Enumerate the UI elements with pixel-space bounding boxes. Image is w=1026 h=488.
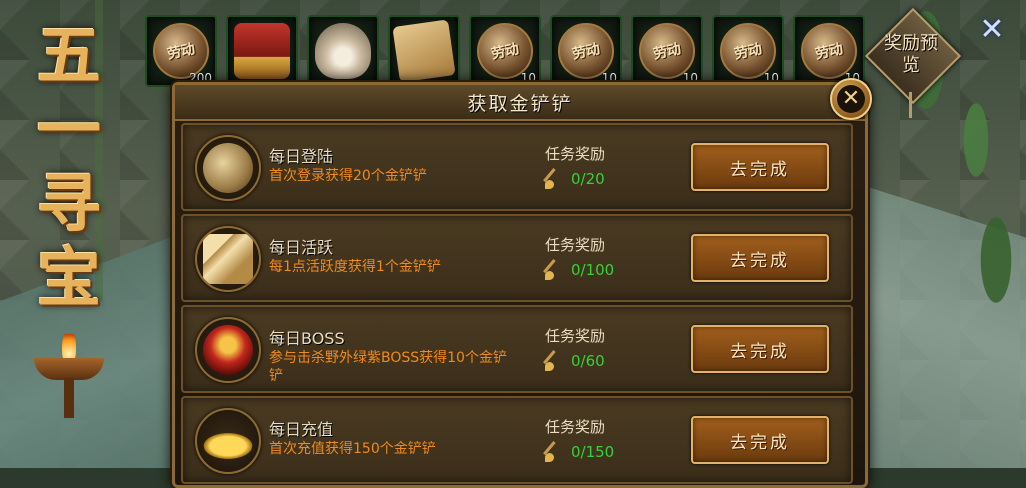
panel-header: 获取金铲铲 bbox=[175, 85, 865, 121]
go-complete-button[interactable]: 去完成 bbox=[691, 143, 829, 191]
task-description: 每1点活跃度获得1个金铲铲 bbox=[269, 259, 441, 275]
coin-glyph: 劳动 bbox=[732, 41, 764, 63]
reward-slot[interactable]: 劳动 10 bbox=[712, 15, 784, 87]
reward-slot[interactable]: 劳动 10 bbox=[550, 15, 622, 87]
task-description: 首次充值获得150个金铲铲 bbox=[269, 441, 436, 457]
reward-slot[interactable] bbox=[226, 15, 298, 87]
reward-slot[interactable]: 劳动 200 bbox=[145, 15, 217, 87]
coin-glyph: 劳动 bbox=[813, 41, 845, 63]
task-progress: 0/60 bbox=[545, 351, 605, 371]
gold-shovel-icon bbox=[545, 169, 565, 189]
task-name: 每日BOSS bbox=[269, 329, 345, 348]
event-title-char: 宝 bbox=[37, 241, 101, 316]
reward-slot[interactable]: 劳动 10 bbox=[469, 15, 541, 87]
task-row: 每日BOSS 参与击杀野外绿紫BOSS获得10个金铲铲 任务奖励 0/60 去完… bbox=[181, 305, 853, 393]
torch-bowl bbox=[34, 358, 104, 380]
event-title-char: 寻 bbox=[37, 167, 101, 242]
task-name: 每日登陆 bbox=[269, 147, 334, 166]
reward-slot[interactable]: 劳动 10 bbox=[631, 15, 703, 87]
reward-preview-label[interactable]: 奖励预览 bbox=[882, 33, 940, 77]
dragon-mask-icon bbox=[195, 317, 261, 383]
torch-stem bbox=[64, 378, 74, 418]
coin-glyph: 劳动 bbox=[570, 41, 602, 63]
close-icon: ✕ bbox=[837, 85, 865, 113]
reward-slot[interactable]: 劳动 10 bbox=[793, 15, 865, 87]
gold-shovel-icon bbox=[545, 260, 565, 280]
task-description: 首次登录获得20个金铲铲 bbox=[269, 168, 427, 184]
task-row: 每日活跃 每1点活跃度获得1个金铲铲 任务奖励 0/100 去完成 bbox=[181, 214, 853, 302]
gold-shovel-icon bbox=[545, 351, 565, 371]
go-complete-button[interactable]: 去完成 bbox=[691, 234, 829, 282]
gold-ingot-icon bbox=[195, 408, 261, 474]
task-reward-label: 任务奖励 bbox=[545, 327, 606, 345]
money-bag-icon bbox=[195, 135, 261, 201]
reward-bar: 劳动 200 劳动 10 劳动 10 劳动 10 劳动 10 劳动 10 bbox=[145, 15, 865, 87]
go-complete-button[interactable]: 去完成 bbox=[691, 325, 829, 373]
task-list: 每日登陆 首次登录获得20个金铲铲 任务奖励 0/20 去完成 每日活跃 每1点… bbox=[181, 123, 853, 487]
task-description: 参与击杀野外绿紫BOSS获得10个金铲铲 bbox=[269, 350, 507, 384]
panel-title: 获取金铲铲 bbox=[467, 92, 573, 115]
close-icon[interactable]: ✕ bbox=[975, 12, 1009, 47]
coin-glyph: 劳动 bbox=[651, 41, 683, 63]
coin-glyph: 劳动 bbox=[165, 41, 197, 63]
progress-text: 0/20 bbox=[571, 170, 605, 188]
coin-glyph: 劳动 bbox=[489, 41, 521, 63]
reward-slot[interactable] bbox=[307, 15, 379, 87]
money-bag-art bbox=[203, 143, 253, 193]
task-row: 每日登陆 首次登录获得20个金铲铲 任务奖励 0/20 去完成 bbox=[181, 123, 853, 211]
go-complete-button[interactable]: 去完成 bbox=[691, 416, 829, 464]
reward-slot[interactable] bbox=[388, 15, 460, 87]
treasure-chest-icon bbox=[234, 23, 290, 79]
task-reward-label: 任务奖励 bbox=[545, 418, 606, 436]
event-title: 五 一 寻 宝 bbox=[14, 20, 124, 316]
gold-shovel-icon bbox=[545, 442, 565, 462]
torch-icon bbox=[34, 330, 104, 420]
task-panel: 获取金铲铲 每日登陆 首次登录获得20个金铲铲 任务奖励 0/20 去完成 每日… bbox=[172, 82, 868, 488]
event-title-char: 五 bbox=[37, 19, 101, 94]
task-row: 每日充值 首次充值获得150个金铲铲 任务奖励 0/150 去完成 bbox=[181, 396, 853, 484]
scroll-art bbox=[203, 234, 253, 284]
event-title-char: 一 bbox=[37, 93, 101, 168]
task-progress: 0/150 bbox=[545, 442, 614, 462]
progress-text: 0/150 bbox=[571, 443, 615, 461]
task-progress: 0/100 bbox=[545, 260, 614, 280]
scroll-icon bbox=[195, 226, 261, 292]
pearl-shell-icon bbox=[315, 23, 371, 79]
task-reward-label: 任务奖励 bbox=[545, 145, 606, 163]
progress-text: 0/100 bbox=[571, 261, 615, 279]
tassel-decoration bbox=[909, 92, 912, 118]
gold-ingot-art bbox=[203, 416, 253, 466]
book-icon bbox=[392, 19, 456, 83]
task-name: 每日活跃 bbox=[269, 238, 334, 257]
panel-close-button[interactable]: ✕ bbox=[830, 78, 872, 120]
task-reward-label: 任务奖励 bbox=[545, 236, 606, 254]
task-name: 每日充值 bbox=[269, 420, 334, 439]
progress-text: 0/60 bbox=[571, 352, 605, 370]
dragon-mask-art bbox=[203, 325, 253, 375]
task-progress: 0/20 bbox=[545, 169, 605, 189]
